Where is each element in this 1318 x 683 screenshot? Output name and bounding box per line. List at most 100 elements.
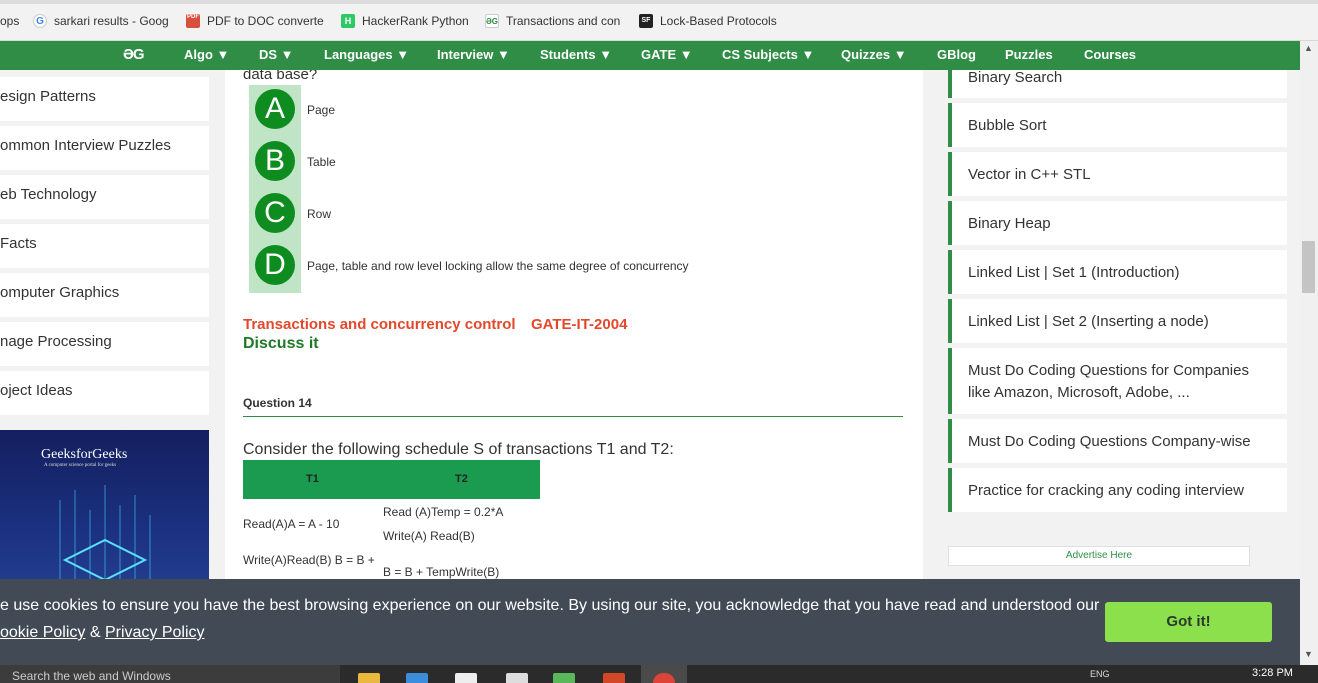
sidebar-item-common-interview-puzzles[interactable]: ommon Interview Puzzles [0, 126, 209, 170]
sidebar-link-linked-list-set-2[interactable]: Linked List | Set 2 (Inserting a node) [948, 299, 1287, 343]
sidebar-link-practice-coding-interview[interactable]: Practice for cracking any coding intervi… [948, 468, 1287, 512]
option-d-button[interactable]: D [255, 245, 295, 285]
question-number: Question 14 [243, 396, 312, 410]
nav-ds[interactable]: DS ▼ [259, 47, 294, 62]
bookmark-label: Transactions and con [506, 14, 620, 28]
table-cell: Read (A)Temp = 0.2*A [383, 505, 504, 519]
browser-tab-strip-edge [0, 0, 1318, 4]
options-column: A B C D [249, 85, 301, 293]
sidebar-link-must-do-companies[interactable]: Must Do Coding Questions for Companies l… [948, 348, 1287, 414]
sidebar-link-vector-cpp-stl[interactable]: Vector in C++ STL [948, 152, 1287, 196]
page-scrollbar[interactable]: ▲ ▼ [1300, 41, 1318, 665]
sidebar-link-bubble-sort[interactable]: Bubble Sort [948, 103, 1287, 147]
taskbar-clock[interactable]: 3:28 PM [1252, 667, 1293, 679]
question-14-text: Consider the following schedule S of tra… [243, 441, 674, 458]
sidebar-item-facts[interactable]: Facts [0, 224, 209, 268]
page-content: esign Patterns ommon Interview Puzzles e… [0, 70, 1300, 579]
option-b-text: Table [307, 155, 336, 169]
cookie-links: ookie Policy & Privacy Policy [0, 624, 205, 642]
sidebar-item-image-processing[interactable]: nage Processing [0, 322, 209, 366]
cookie-consent-banner: e use cookies to ensure you have the bes… [0, 579, 1300, 665]
option-a-button[interactable]: A [255, 89, 295, 129]
scrollbar-thumb[interactable] [1302, 241, 1315, 293]
table-cell: B = B + TempWrite(B) [383, 565, 500, 579]
bookmark-label: HackerRank Python [362, 14, 469, 28]
taskbar-search-box[interactable]: Search the web and Windows [0, 665, 340, 683]
system-tray[interactable]: ENG [1090, 669, 1110, 679]
chrome-icon [653, 673, 675, 683]
option-d-text: Page, table and row level locking allow … [307, 259, 689, 273]
file-explorer-icon[interactable] [358, 673, 380, 683]
sidebar-item-design-patterns[interactable]: esign Patterns [0, 77, 209, 121]
nav-gblog[interactable]: GBlog [937, 47, 976, 62]
bookmark-hackerrank[interactable]: H HackerRank Python [341, 13, 471, 29]
table-cell: Read(A)A = A - 10 [243, 517, 340, 531]
nav-languages[interactable]: Languages ▼ [324, 47, 409, 62]
sidebar-item-project-ideas[interactable]: oject Ideas [0, 371, 209, 415]
windows-taskbar: Search the web and Windows ENG 3:28 PM [0, 665, 1318, 683]
nav-courses[interactable]: Courses [1084, 47, 1136, 62]
sidebar-link-binary-search[interactable]: Binary Search [948, 70, 1287, 98]
bookmark-transactions[interactable]: ƏG Transactions and con [485, 13, 620, 29]
scroll-down-arrow-icon[interactable]: ▼ [1304, 649, 1313, 659]
bookmark-lock-based-protocols[interactable]: SF Lock-Based Protocols [639, 13, 784, 29]
option-c-text: Row [307, 207, 332, 221]
store-icon[interactable] [455, 673, 477, 683]
scroll-up-arrow-icon[interactable]: ▲ [1304, 43, 1313, 53]
nav-students[interactable]: Students ▼ [540, 47, 612, 62]
schedule-table-header: T1 T2 [243, 460, 540, 499]
photos-icon[interactable] [406, 673, 428, 683]
sf-icon: SF [639, 14, 653, 28]
bookmark-apps[interactable]: ops [0, 13, 26, 29]
privacy-policy-link[interactable]: Privacy Policy [105, 624, 205, 641]
advertise-here-link[interactable]: Advertise Here [948, 546, 1250, 566]
cookie-links-separator: & [89, 624, 101, 641]
cookie-message: e use cookies to ensure you have the bes… [0, 597, 1100, 614]
gfg-icon: ƏG [485, 14, 499, 28]
sidebar-item-computer-graphics[interactable]: omputer Graphics [0, 273, 209, 317]
question-divider [243, 416, 903, 417]
nav-quizzes[interactable]: Quizzes ▼ [841, 47, 907, 62]
got-it-button[interactable]: Got it! [1105, 602, 1272, 642]
question-text-fragment: data base? [243, 70, 318, 83]
sidebar-link-binary-heap[interactable]: Binary Heap [948, 201, 1287, 245]
bookmark-label: sarkari results - Goog [54, 14, 169, 28]
bookmark-label: ops [0, 14, 20, 28]
exam-link[interactable]: GATE-IT-2004 [531, 316, 627, 333]
pdf-icon: PDF [186, 14, 200, 28]
chrome-taskbar-button[interactable] [641, 665, 687, 683]
google-icon: G [33, 14, 47, 28]
table-header-t1: T1 [306, 473, 319, 485]
nav-interview[interactable]: Interview ▼ [437, 47, 510, 62]
powerpoint-icon[interactable] [603, 673, 625, 683]
bookmark-sarkari-results[interactable]: G sarkari results - Goog [33, 13, 173, 29]
nav-gate[interactable]: GATE ▼ [641, 47, 693, 62]
topic-link[interactable]: Transactions and concurrency control [243, 316, 516, 333]
nav-puzzles[interactable]: Puzzles [1005, 47, 1053, 62]
nav-cs-subjects[interactable]: CS Subjects ▼ [722, 47, 814, 62]
maps-icon[interactable] [553, 673, 575, 683]
table-cell: Write(A)Read(B) B = B + [243, 553, 375, 567]
geeksforgeeks-ad-banner[interactable]: GeeksforGeeks A computer science portal … [0, 430, 209, 579]
hackerrank-icon: H [341, 14, 355, 28]
right-sidebar: Binary Search Bubble Sort Vector in C++ … [948, 70, 1300, 579]
table-cell: Write(A) Read(B) [383, 529, 475, 543]
sidebar-link-must-do-company-wise[interactable]: Must Do Coding Questions Company-wise [948, 419, 1287, 463]
cookie-policy-link[interactable]: ookie Policy [0, 624, 85, 641]
bookmarks-bar: ops G sarkari results - Goog PDF PDF to … [0, 0, 1318, 41]
sidebar-item-web-technology[interactable]: eb Technology [0, 175, 209, 219]
ad-graphic-icon [59, 485, 151, 579]
bookmark-label: Lock-Based Protocols [660, 14, 777, 28]
nav-algo[interactable]: Algo ▼ [184, 47, 229, 62]
table-header-t2: T2 [455, 473, 468, 485]
gfg-logo[interactable]: ƏG [123, 46, 145, 63]
bookmark-label: PDF to DOC converte [207, 14, 324, 28]
bookmark-pdf-to-doc[interactable]: PDF PDF to DOC converte [186, 13, 326, 29]
article-main: data base? A B C D Page Table Row Page, … [225, 70, 923, 579]
option-b-button[interactable]: B [255, 141, 295, 181]
option-c-button[interactable]: C [255, 193, 295, 233]
sidebar-link-linked-list-set-1[interactable]: Linked List | Set 1 (Introduction) [948, 250, 1287, 294]
top-nav: ƏG Algo ▼ DS ▼ Languages ▼ Interview ▼ S… [0, 41, 1300, 70]
reader-icon[interactable] [506, 673, 528, 683]
discuss-link[interactable]: Discuss it [243, 335, 319, 353]
